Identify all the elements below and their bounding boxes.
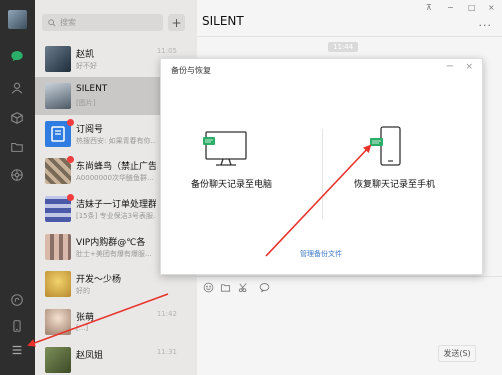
- favorites-icon[interactable]: [9, 110, 25, 126]
- add-contact-button[interactable]: +: [168, 14, 185, 31]
- mobile-phone-icon[interactable]: [369, 125, 405, 171]
- chat-preview: 好不好: [76, 62, 97, 70]
- chat-name: 订阅号: [76, 125, 104, 135]
- close-button[interactable]: ×: [488, 3, 495, 12]
- dialog-close-button[interactable]: ×: [465, 62, 473, 72]
- menu-icon[interactable]: [9, 342, 25, 358]
- chat-time: 11:42: [156, 310, 177, 318]
- chat-name: 赵凤姐: [76, 351, 104, 361]
- search-box[interactable]: 搜索: [42, 14, 163, 31]
- chat-name: 开发～少杨: [76, 275, 122, 285]
- chat-history-icon[interactable]: [258, 281, 270, 293]
- header-divider: [197, 36, 502, 37]
- avatar: [45, 309, 71, 335]
- chat-preview: [图片]: [76, 99, 96, 107]
- backup-restore-dialog: 备份与恢复 − × 备份聊天记录至电脑 恢复聊天记录至手机 管理备份文件: [160, 58, 483, 275]
- screenshot-icon[interactable]: [237, 281, 249, 293]
- file-icon[interactable]: [219, 281, 231, 293]
- phone-icon[interactable]: [9, 318, 25, 334]
- avatar: [45, 234, 71, 260]
- search-icon: [48, 18, 56, 27]
- unread-dot: [67, 156, 74, 163]
- contacts-icon[interactable]: [9, 80, 25, 96]
- chat-item-zhaofengjie[interactable]: 赵凤姐 11:31: [35, 341, 197, 375]
- chat-preview: [15条] 专业保洁3号表服...: [76, 212, 156, 220]
- chat-time: 11:05: [156, 47, 177, 55]
- backup-to-pc-option[interactable]: 备份聊天记录至电脑: [191, 177, 272, 190]
- chat-item-zhangmeng[interactable]: 张萌 [...] 11:42: [35, 303, 197, 341]
- chat-preview: 肚士+美团有爆有爆服...: [76, 250, 152, 258]
- chat-name: 张萌: [76, 313, 95, 323]
- chat-preview: 好的: [76, 287, 90, 295]
- chat-name: SILENT: [76, 84, 108, 94]
- dialog-minimize-button[interactable]: −: [446, 61, 454, 72]
- unread-dot: [67, 194, 74, 201]
- miniprogram-icon[interactable]: [9, 292, 25, 308]
- message-timestamp: 11:44: [328, 42, 359, 52]
- more-options-button[interactable]: ...: [479, 16, 493, 29]
- chat-name: 洁妹子一订单处理群: [76, 200, 156, 210]
- minimize-button[interactable]: −: [447, 3, 454, 12]
- unread-dot: [67, 119, 74, 126]
- emoji-icon[interactable]: [202, 281, 214, 293]
- maximize-button[interactable]: □: [468, 3, 476, 12]
- chat-name: VIP内购群@℃各: [76, 238, 146, 248]
- avatar: [45, 347, 71, 373]
- chat-preview: 热搜西安: 如果青春有你...: [76, 137, 156, 145]
- manage-backup-files-link[interactable]: 管理备份文件: [300, 249, 342, 259]
- toolbar-divider: [197, 276, 502, 277]
- chat-preview: [...]: [76, 324, 89, 332]
- pin-button[interactable]: ⊼: [426, 3, 432, 12]
- search-input[interactable]: 搜索: [60, 17, 76, 28]
- dialog-title: 备份与恢复: [171, 66, 211, 75]
- avatar: [45, 83, 71, 109]
- restore-to-phone-option[interactable]: 恢复聊天记录至手机: [354, 177, 435, 190]
- chat-name: 东尚蜂鸟（禁止广告...: [76, 162, 156, 172]
- chat-icon[interactable]: [9, 48, 25, 64]
- chat-preview: A0000000次华鲢鱼群...: [76, 174, 154, 182]
- option-divider: [322, 129, 323, 219]
- user-avatar[interactable]: [8, 10, 27, 29]
- avatar: [45, 46, 71, 72]
- navigation-rail: [0, 0, 35, 375]
- folder-icon[interactable]: [9, 139, 25, 155]
- computer-icon[interactable]: [201, 129, 251, 169]
- conversation-title: SILENT: [202, 14, 244, 28]
- send-button[interactable]: 发送(S): [438, 345, 476, 362]
- chat-name: 赵凯: [76, 50, 95, 60]
- moments-icon[interactable]: [9, 167, 25, 183]
- chat-time: 11:31: [156, 348, 177, 356]
- avatar: [45, 271, 71, 297]
